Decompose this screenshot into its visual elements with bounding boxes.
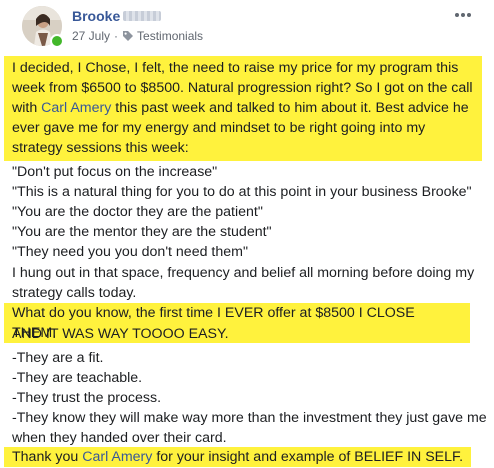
quote-line: "You are the doctor they are the patient… bbox=[12, 204, 263, 220]
list-item: -They know they will make way more than … bbox=[12, 410, 487, 446]
tag-icon bbox=[122, 30, 134, 42]
quote-line: "They need you you don't need them" bbox=[12, 244, 248, 260]
mention-link-carl-amery[interactable]: Carl Amery bbox=[82, 449, 152, 465]
post-meta: 27 July · Testimonials bbox=[72, 28, 203, 44]
meta-separator: · bbox=[114, 29, 119, 43]
post-header: Brooke 27 July · Testimonials bbox=[12, 0, 482, 52]
post-date-link[interactable]: 27 July bbox=[72, 29, 110, 43]
post-category-link[interactable]: Testimonials bbox=[137, 29, 203, 43]
quotes-list: "Don't put focus on the increase" "This … bbox=[12, 162, 490, 262]
more-options-button[interactable] bbox=[450, 6, 476, 24]
redacted-surname bbox=[123, 11, 162, 21]
reasons-list: -They are a fit. -They are teachable. -T… bbox=[12, 348, 490, 448]
quote-line: "This is a natural thing for you to do a… bbox=[12, 184, 472, 200]
thanks-text-a: Thank you bbox=[12, 449, 83, 465]
thanks-text-b: for your insight and example of BELIEF I… bbox=[152, 449, 464, 465]
online-status-indicator bbox=[50, 34, 64, 48]
author-name-row: Brooke bbox=[72, 7, 162, 25]
post-paragraph-intro: I decided, I Chose, I felt, the need to … bbox=[4, 56, 482, 161]
quote-line: "Don't put focus on the increase" bbox=[12, 164, 218, 180]
quote-line: "You are the mentor they are the student… bbox=[12, 224, 272, 240]
more-horizontal-icon bbox=[455, 13, 471, 17]
post-paragraph-thanks: Thank you Carl Amery for your insight an… bbox=[4, 447, 472, 467]
author-name-link[interactable]: Brooke bbox=[72, 8, 120, 24]
post-paragraph-easy: AND IT WAS WAY TOOOO EASY. bbox=[12, 326, 229, 342]
list-item: -They are teachable. bbox=[12, 370, 143, 386]
post-paragraph-morning: I hung out in that space, frequency and … bbox=[12, 265, 475, 301]
list-item: -They are a fit. bbox=[12, 350, 104, 366]
mention-link-carl-amery[interactable]: Carl Amery bbox=[41, 100, 111, 116]
facebook-post: Brooke 27 July · Testimonials I decided, bbox=[0, 0, 494, 468]
list-item: -They trust the process. bbox=[12, 390, 162, 406]
